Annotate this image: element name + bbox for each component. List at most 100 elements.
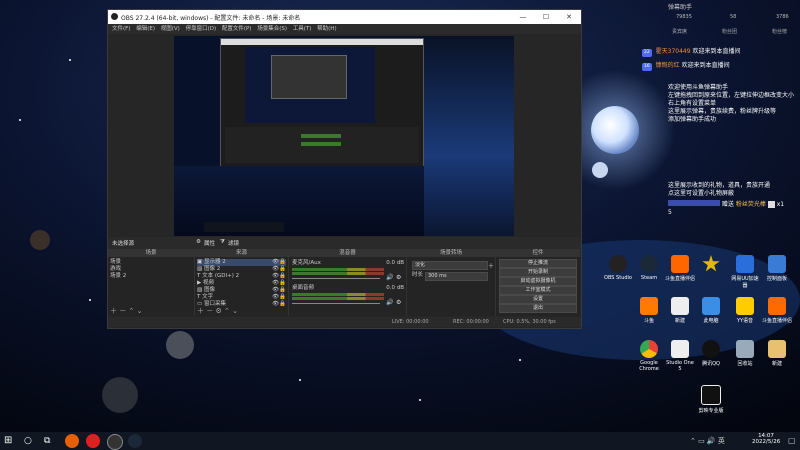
task-view-icon[interactable]: ⧉: [44, 434, 58, 448]
search-icon[interactable]: ○: [24, 434, 38, 448]
desktop-icon-steam[interactable]: Steam: [634, 255, 664, 281]
source-item[interactable]: ▨ 图像 2 👁🔒: [197, 266, 286, 273]
gift-action: 赠送: [721, 201, 734, 208]
obs-preview-canvas[interactable]: [174, 36, 514, 236]
start-virtual-camera-button[interactable]: 启动虚拟摄像机: [499, 277, 577, 286]
tray-icons[interactable]: ⌃ ▭ 🔊 英: [690, 436, 725, 446]
properties-button[interactable]: 属性: [204, 239, 215, 247]
tab-vip[interactable]: 贵宾席: [672, 28, 687, 35]
desktop-icon-chrome[interactable]: Google Chrome: [634, 340, 664, 372]
gift-name: 粉丝荧光棒: [735, 201, 766, 208]
menu-file[interactable]: 文件(F): [112, 24, 130, 34]
plus-icon[interactable]: ＋: [488, 261, 494, 270]
menu-edit[interactable]: 编辑(E): [136, 24, 155, 34]
obs-titlebar[interactable]: OBS 27.2.4 (64-bit, windows) - 配置文件: 未命名…: [108, 10, 581, 24]
level-badge: 22: [642, 49, 652, 57]
notification-icon[interactable]: ▢: [788, 436, 796, 445]
volume-slider[interactable]: [292, 303, 380, 304]
menu-profile[interactable]: 配置文件(P): [222, 24, 252, 34]
minimize-icon[interactable]: —: [512, 11, 534, 23]
channel-db: 0.0 dB: [386, 260, 404, 266]
move-down-icon[interactable]: ⌄: [137, 307, 143, 315]
desktop-icon-douyu[interactable]: 斗鱼: [634, 297, 664, 324]
desktop-icon-star[interactable]: [696, 255, 726, 275]
desktop-icon-uu-booster[interactable]: 网易UU加速器: [730, 255, 760, 289]
source-item[interactable]: ▶ 视频 👁🔒: [197, 280, 286, 287]
gift-count: 3786: [776, 14, 789, 20]
studio-mode-button[interactable]: 工作室模式: [499, 286, 577, 295]
settings-button[interactable]: 设置: [499, 295, 577, 304]
source-item[interactable]: T 文本 (GDI+) 2 👁🔒: [197, 273, 286, 280]
welcome-message: 22 霍天370449 欢迎来到本直播间: [642, 48, 741, 57]
obs-taskbar-icon[interactable]: [107, 434, 123, 450]
remove-scene-icon[interactable]: －: [119, 307, 126, 315]
windows-start-icon[interactable]: ⊞: [4, 434, 18, 448]
welcome-text: 欢迎来到本直播间: [681, 62, 730, 69]
duration-label: 时长: [412, 272, 424, 278]
help-line: 添加弹幕助手成功: [668, 116, 717, 123]
source-item[interactable]: ▣ 显示器 2 👁🔒: [197, 259, 286, 266]
obs-menubar: 文件(F) 编辑(E) 视图(V) 停靠窗口(D) 配置文件(P) 场景集合(S…: [108, 24, 581, 34]
source-settings-icon[interactable]: ⚙: [215, 307, 221, 315]
menu-help[interactable]: 帮助(H): [317, 24, 336, 34]
desktop-icon-obs[interactable]: OBS Studio: [603, 255, 633, 281]
steam-taskbar-icon[interactable]: [128, 434, 142, 448]
gift-help-line: 点这里可设置小礼物屏蔽: [668, 190, 735, 197]
tab-fan-club[interactable]: 粉丝团: [722, 28, 737, 35]
move-down-icon[interactable]: ⌄: [232, 307, 238, 315]
welcome-text: 欢迎来到本直播间: [692, 48, 741, 55]
desktop-icon-recycle-bin[interactable]: 回收站: [730, 340, 760, 367]
filters-button[interactable]: 滤镜: [228, 239, 239, 247]
scene-item[interactable]: 游戏: [110, 266, 192, 273]
menu-view[interactable]: 视图(V): [161, 24, 180, 34]
sources-dock: 来源 ▣ 显示器 2 👁🔒 ▨ 图像 2 👁🔒 T 文本 (GDI+) 2 👁🔒 ▶ …: [195, 249, 289, 316]
maximize-icon[interactable]: ☐: [535, 11, 557, 23]
desktop-icon-douyu-companion[interactable]: 斗鱼直播伴侣: [665, 255, 695, 282]
menu-docks[interactable]: 停靠窗口(D): [186, 24, 217, 34]
source-item[interactable]: ▨ 图像 👁🔒: [197, 287, 286, 294]
desktop-icon-qq[interactable]: 腾讯QQ: [696, 340, 726, 367]
netease-music-icon[interactable]: [86, 434, 100, 448]
tab-fan-rank[interactable]: 粉丝榜: [772, 28, 787, 35]
speaker-icon[interactable]: 🔊: [386, 274, 393, 281]
start-recording-button[interactable]: 开始录制: [499, 268, 577, 277]
stop-streaming-button[interactable]: 停止推流: [499, 259, 577, 268]
add-scene-icon[interactable]: ＋: [110, 307, 117, 315]
cpu-status: CPU: 0.5%, 30.00 fps: [503, 319, 556, 325]
desktop-icon-control-panel[interactable]: 控制面板: [762, 255, 792, 282]
desktop-icon-studio-one[interactable]: Studio One 5: [665, 340, 695, 372]
username[interactable]: 慷慨的红: [656, 62, 680, 69]
clock[interactable]: 14:07 2022/5/26: [752, 433, 780, 445]
speaker-icon[interactable]: 🔊: [386, 299, 393, 306]
desktop-icon-capcut[interactable]: 剪映专业版: [696, 385, 726, 414]
gear-icon[interactable]: ⚙: [396, 274, 401, 281]
desktop-icon-douyu-companion-2[interactable]: 斗鱼直播伴侣: [762, 297, 792, 324]
menu-scene-collection[interactable]: 场景集合(S): [257, 24, 287, 34]
volume-meter: [292, 268, 384, 271]
move-up-icon[interactable]: ⌃: [224, 307, 230, 315]
username[interactable]: 霍天370449: [656, 48, 691, 55]
help-line: 右上角有设置菜单: [668, 100, 717, 107]
gift-panel: 这里展示收到的礼物，道具，贵族开通 点这里可设置小礼物屏蔽 赠送 粉丝荧光棒 x…: [668, 182, 798, 217]
viewer-count: 79835: [676, 14, 692, 20]
close-icon[interactable]: ✕: [558, 11, 580, 23]
scene-item[interactable]: 场景: [110, 259, 192, 266]
desktop-icon-this-pc[interactable]: 此电脑: [696, 297, 726, 324]
scene-item[interactable]: 场景 2: [110, 273, 192, 280]
firefox-icon[interactable]: [65, 434, 79, 448]
move-up-icon[interactable]: ⌃: [128, 307, 134, 315]
gear-icon[interactable]: ⚙: [396, 299, 401, 306]
desktop-icon-new-file[interactable]: 新建: [665, 297, 695, 324]
desktop-icon-yy-voice[interactable]: YY语音: [730, 297, 760, 324]
exit-button[interactable]: 退出: [499, 304, 577, 313]
add-source-icon[interactable]: ＋: [197, 307, 204, 315]
menu-tools[interactable]: 工具(T): [293, 24, 312, 34]
duration-input[interactable]: 300 ms: [425, 272, 488, 281]
mixer-channel: 桌面音频 0.0 dB 🔊 ⚙: [292, 285, 404, 306]
desktop-icon-new-file-2[interactable]: 新建: [762, 340, 792, 367]
source-item[interactable]: T 文字 👁🔒: [197, 294, 286, 301]
transition-type-select[interactable]: 淡化: [412, 261, 488, 270]
remove-source-icon[interactable]: －: [206, 307, 213, 315]
volume-slider[interactable]: [292, 278, 380, 279]
channel-name: 桌面音频: [292, 285, 315, 291]
